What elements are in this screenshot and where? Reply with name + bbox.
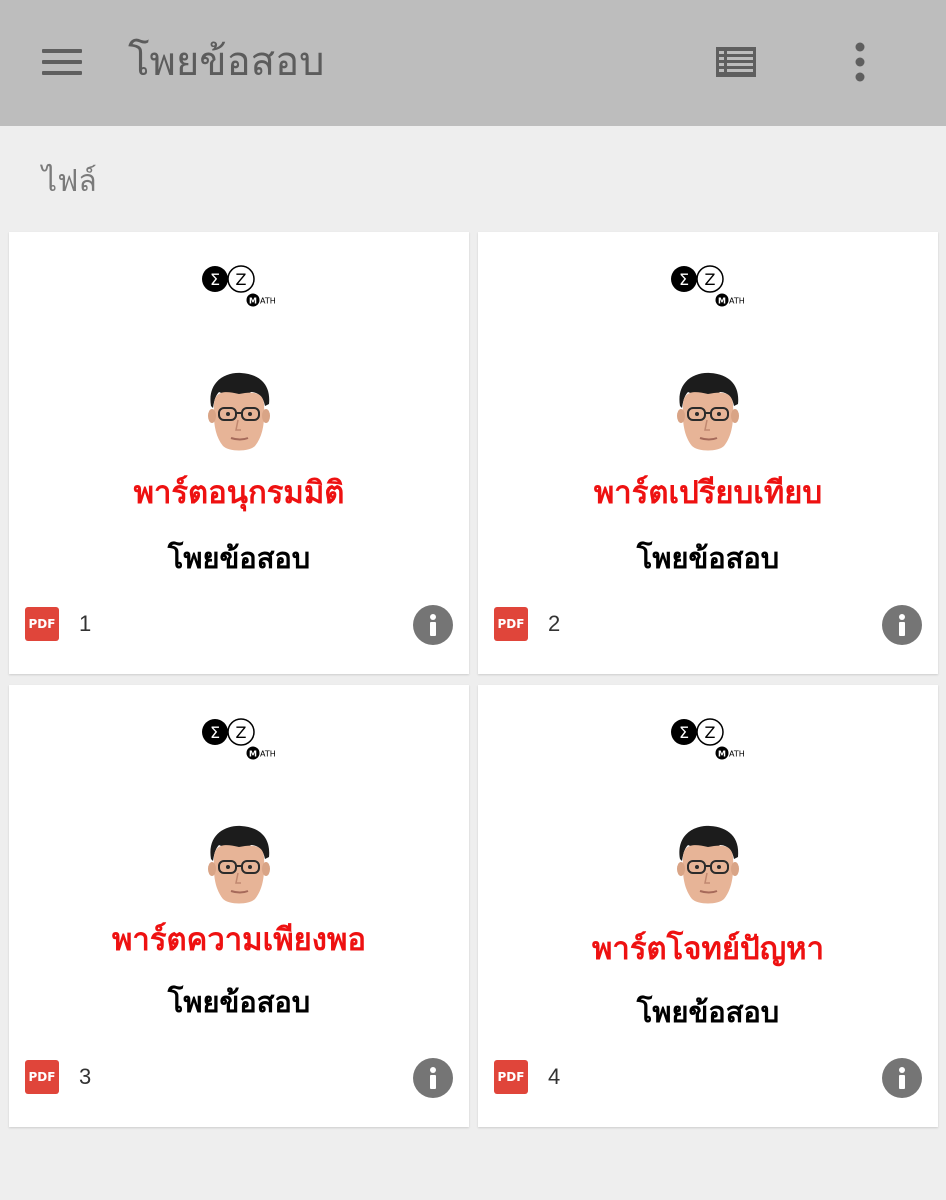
avatar	[674, 372, 742, 454]
file-name: 4	[548, 1064, 561, 1089]
pdf-icon: PDF	[25, 607, 59, 641]
list-view-button[interactable]	[708, 38, 764, 86]
info-icon	[899, 1067, 905, 1073]
svg-text:M: M	[718, 750, 726, 759]
file-card-2[interactable]: Σ Z M ATH พาร์ตเปรียบเทียบ โพยข้อสอบ PDF…	[478, 232, 938, 674]
ezmath-logo: Σ Z M ATH	[670, 711, 748, 763]
card-preview-subtitle: โพยข้อสอบ	[636, 995, 780, 1029]
svg-text:Σ: Σ	[210, 723, 220, 742]
svg-text:Σ: Σ	[210, 270, 220, 289]
info-icon	[430, 614, 436, 620]
info-button[interactable]	[882, 605, 922, 645]
more-options-button[interactable]	[836, 38, 884, 86]
svg-text:ATH: ATH	[729, 750, 745, 759]
svg-text:M: M	[718, 297, 726, 306]
svg-text:Z: Z	[705, 270, 716, 289]
file-card-3[interactable]: Σ Z M ATH พาร์ตความเพียงพอ โพยข้อสอบ PDF…	[9, 685, 469, 1127]
file-name: 2	[548, 611, 561, 636]
card-preview-subtitle: โพยข้อสอบ	[636, 541, 780, 575]
app-bar: โพยข้อสอบ	[0, 0, 946, 126]
svg-text:Σ: Σ	[679, 270, 689, 289]
file-name: 3	[79, 1064, 92, 1089]
svg-text:Z: Z	[236, 723, 247, 742]
card-preview-title: พาร์ตความเพียงพอ	[112, 922, 366, 958]
pdf-icon: PDF	[25, 1060, 59, 1094]
section-label-files: ไฟล์	[42, 164, 97, 199]
svg-text:ATH: ATH	[260, 297, 276, 306]
info-button[interactable]	[882, 1058, 922, 1098]
svg-text:M: M	[249, 750, 257, 759]
avatar	[205, 372, 273, 454]
svg-text:ATH: ATH	[729, 297, 745, 306]
svg-text:Σ: Σ	[679, 723, 689, 742]
info-button[interactable]	[413, 605, 453, 645]
info-icon	[899, 614, 905, 620]
card-preview-subtitle: โพยข้อสอบ	[167, 985, 311, 1019]
hamburger-menu-icon-bar	[42, 71, 82, 75]
app-bar-title: โพยข้อสอบ	[128, 39, 325, 85]
card-preview-title: พาร์ตโจทย์ปัญหา	[592, 931, 824, 967]
info-icon	[430, 1067, 436, 1073]
svg-text:Z: Z	[705, 723, 716, 742]
more-vert-icon	[855, 42, 865, 82]
card-preview-title: พาร์ตเปรียบเทียบ	[593, 475, 823, 511]
hamburger-menu-icon-bar	[42, 60, 82, 64]
file-card-1[interactable]: Σ Z M ATH พาร์ตอนุกรมมิติ โพยข้อสอบ PDF …	[9, 232, 469, 674]
svg-text:M: M	[249, 297, 257, 306]
ezmath-logo: Σ Z M ATH	[670, 258, 748, 310]
list-view-icon	[716, 47, 756, 77]
pdf-icon: PDF	[494, 607, 528, 641]
ezmath-logo: Σ Z M ATH	[201, 711, 279, 763]
card-preview-subtitle: โพยข้อสอบ	[167, 541, 311, 575]
card-preview-title: พาร์ตอนุกรมมิติ	[133, 475, 345, 511]
ezmath-logo: Σ Z M ATH	[201, 258, 279, 310]
pdf-icon: PDF	[494, 1060, 528, 1094]
file-card-4[interactable]: Σ Z M ATH พาร์ตโจทย์ปัญหา โพยข้อสอบ PDF …	[478, 685, 938, 1127]
menu-button[interactable]	[38, 44, 86, 80]
info-button[interactable]	[413, 1058, 453, 1098]
svg-text:Z: Z	[236, 270, 247, 289]
hamburger-menu-icon	[42, 49, 82, 53]
file-name: 1	[79, 611, 92, 636]
avatar	[674, 825, 742, 907]
avatar	[205, 825, 273, 907]
svg-text:ATH: ATH	[260, 750, 276, 759]
